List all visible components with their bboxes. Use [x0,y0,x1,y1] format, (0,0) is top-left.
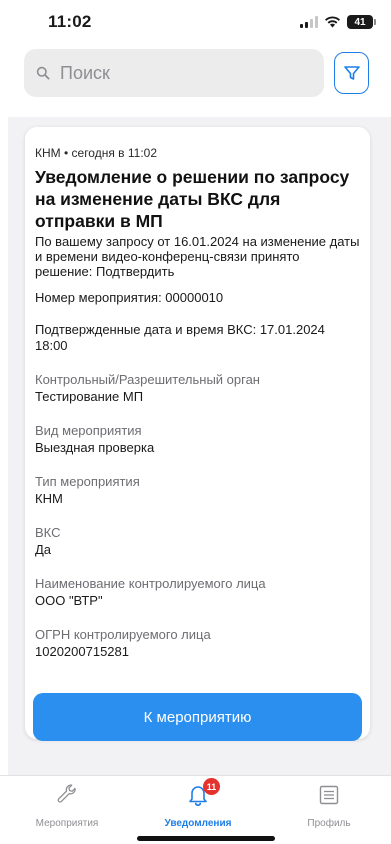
field-value: КНМ [35,491,63,506]
status-bar: 11:02 41 [0,0,391,44]
notification-meta: КНМ • сегодня в 11:02 [35,146,158,160]
filter-button[interactable] [334,52,369,94]
battery-icon: 41 [347,15,376,29]
field-vks: ВКС Да [35,525,360,558]
battery-level: 41 [354,16,366,28]
field-value: Тестирование МП [35,389,144,404]
field-label: ОГРН контролируемого лица [35,627,211,642]
search-box[interactable] [24,49,324,97]
field-entity-name: Наименование контролируемого лица ООО "В… [35,576,360,609]
field-label: Контрольный/Разрешительный орган [35,372,260,387]
tab-label: Уведомления [164,818,232,829]
notification-feed: КНМ • сегодня в 11:02 Уведомление о реше… [8,117,391,775]
notification-title: Уведомление о решении по запросу на изме… [35,167,350,231]
wrench-icon [57,784,76,803]
field-ogrn: ОГРН контролируемого лица 1020200715281 [35,627,360,660]
field-event-kind: Вид мероприятия Выездная проверка [35,423,360,456]
field-label: Вид мероприятия [35,423,142,438]
field-label: Тип мероприятия [35,474,140,489]
tab-events[interactable]: Мероприятия [12,782,122,832]
field-event-type: Тип мероприятия КНМ [35,474,360,507]
event-number: Номер мероприятия: 00000010 [35,290,224,305]
list-icon [319,785,339,805]
search-icon [36,66,50,80]
tab-profile[interactable]: Профиль [274,782,384,832]
field-authority: Контрольный/Разрешительный орган Тестиро… [35,372,360,405]
notification-lead: По вашему запросу от 16.01.2024 на измен… [35,234,360,279]
field-value: Выездная проверка [35,440,155,455]
home-indicator [137,836,275,841]
search-input[interactable] [60,62,300,84]
filter-icon [343,66,360,80]
tab-notifications[interactable]: 11 Уведомления [143,778,253,832]
tab-label: Мероприятия [35,818,99,829]
confirmed-datetime: Подтвержденные дата и время ВКС: 17.01.2… [35,322,325,353]
go-to-event-button[interactable]: К мероприятию [33,693,362,741]
clock: 11:02 [48,12,92,31]
wifi-icon [325,16,340,28]
search-row [24,48,369,98]
field-value: ООО "ВТР" [35,593,103,608]
field-value: Да [35,542,52,557]
status-icons: 41 [300,15,376,29]
field-value: 1020200715281 [35,644,129,659]
signal-icon [300,16,318,28]
tab-bar: Мероприятия 11 Уведомления Профиль [0,775,391,844]
tab-label: Профиль [307,818,351,829]
field-label: Наименование контролируемого лица [35,576,266,591]
field-label: ВКС [35,525,61,540]
notification-card: КНМ • сегодня в 11:02 Уведомление о реше… [25,127,370,741]
notification-badge: 11 [203,778,220,795]
